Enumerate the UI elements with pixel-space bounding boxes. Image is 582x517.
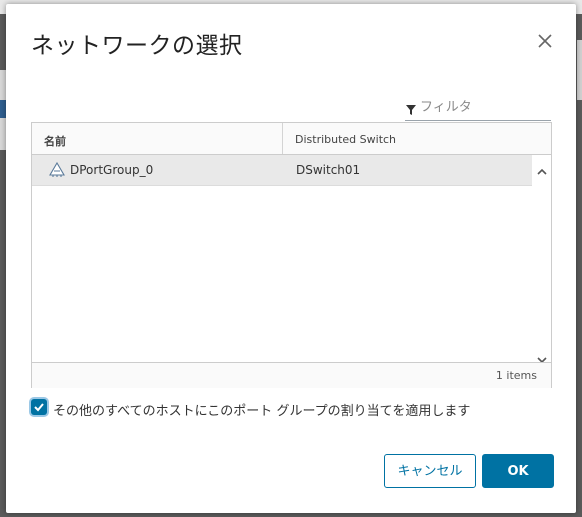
ok-button[interactable]: OK	[482, 454, 554, 488]
grid-header: 名前 Distributed Switch	[32, 123, 551, 155]
table-row[interactable]: DPortGroup_0 DSwitch01	[32, 155, 532, 186]
filter-box	[405, 96, 551, 121]
cell-name: DPortGroup_0	[70, 163, 154, 177]
column-header-name[interactable]: 名前	[44, 133, 66, 149]
apply-all-checkbox[interactable]	[31, 399, 47, 415]
scroll-up-icon[interactable]	[537, 161, 547, 175]
select-network-dialog: ネットワークの選択 名前 Distributed Switch	[6, 4, 576, 513]
close-icon[interactable]	[534, 30, 556, 52]
column-header-switch[interactable]: Distributed Switch	[295, 133, 396, 146]
cancel-button[interactable]: キャンセル	[384, 454, 476, 488]
dialog-title: ネットワークの選択	[31, 33, 243, 59]
item-count: 1 items	[495, 369, 537, 382]
filter-icon[interactable]	[405, 101, 417, 115]
vertical-scrollbar[interactable]	[532, 155, 551, 364]
filter-input[interactable]	[420, 96, 548, 118]
port-group-icon	[49, 161, 65, 178]
column-separator[interactable]	[282, 123, 283, 154]
grid-footer: 1 items	[32, 362, 551, 388]
apply-all-label[interactable]: その他のすべてのホストにこのポート グループの割り当てを適用します	[53, 400, 470, 419]
scroll-down-icon[interactable]	[537, 349, 547, 364]
network-grid: 名前 Distributed Switch DPortGroup_0 DSwit…	[31, 122, 552, 388]
cell-switch: DSwitch01	[296, 163, 361, 177]
background-app-edge-right	[577, 40, 582, 100]
